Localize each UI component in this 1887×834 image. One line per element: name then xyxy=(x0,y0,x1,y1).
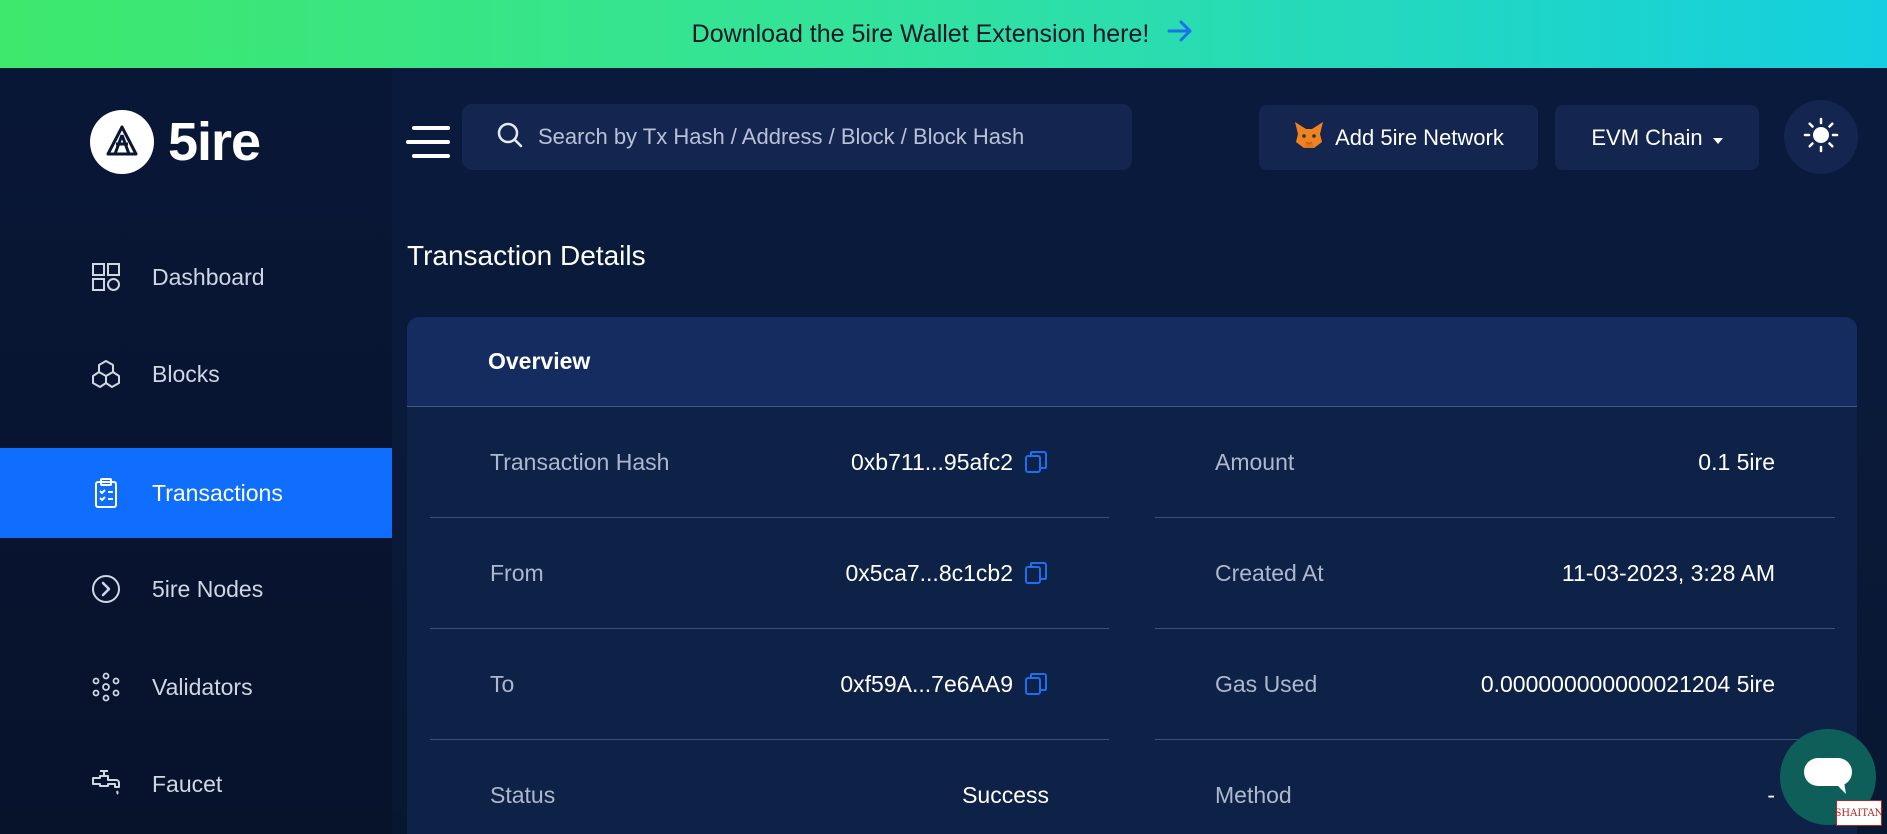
detail-row-gas-used: Gas Used 0.000000000000021204 5ire xyxy=(1155,629,1835,740)
menu-toggle-icon[interactable] xyxy=(406,124,450,160)
detail-row-method: Method - xyxy=(1155,740,1835,834)
search-bar[interactable] xyxy=(462,104,1132,170)
search-input[interactable] xyxy=(538,124,1098,150)
sidebar-item-label: Faucet xyxy=(152,770,223,797)
copy-icon[interactable] xyxy=(1023,449,1049,475)
blocks-cubes-icon xyxy=(90,358,122,390)
chat-bubble-icon xyxy=(1802,754,1854,801)
faucet-tap-icon xyxy=(90,768,122,800)
detail-row-status: Status Success xyxy=(430,740,1109,834)
copy-icon[interactable] xyxy=(1023,560,1049,586)
brand-name: 5ire xyxy=(168,112,261,172)
detail-row-to: To 0xf59A...7e6AA9 xyxy=(430,629,1109,740)
amount-value: 0.1 5ire xyxy=(1698,448,1775,475)
page-title: Transaction Details xyxy=(407,240,646,271)
search-icon xyxy=(496,121,524,154)
gas-used-value: 0.000000000000021204 5ire xyxy=(1480,670,1775,697)
detail-value: 0x5ca7...8c1cb2 xyxy=(845,560,1049,587)
brand-logo[interactable]: 5ire xyxy=(90,110,261,174)
overview-header: Overview xyxy=(407,317,1857,407)
sidebar-item-label: Dashboard xyxy=(152,263,265,290)
arrow-right-icon xyxy=(1165,16,1195,53)
add-5ire-network-button[interactable]: Add 5ire Network xyxy=(1259,105,1538,170)
detail-label: Status xyxy=(490,782,556,808)
sidebar-item-5ire-nodes[interactable]: 5ire Nodes xyxy=(0,544,392,634)
clipboard-list-icon xyxy=(90,477,122,509)
sidebar-item-transactions[interactable]: Transactions xyxy=(0,448,392,538)
detail-label: Created At xyxy=(1215,559,1324,586)
brand-mark-icon xyxy=(90,110,154,174)
banner-text: Download the 5ire Wallet Extension here! xyxy=(691,19,1150,48)
overview-card: Overview Transaction Hash 0xb711...95afc… xyxy=(407,317,1857,834)
detail-row-created-at: Created At 11-03-2023, 3:28 AM xyxy=(1155,518,1835,629)
detail-label: Amount xyxy=(1215,448,1295,475)
transaction-hash-value[interactable]: 0xb711...95afc2 xyxy=(851,449,1013,476)
chain-select-label: EVM Chain xyxy=(1591,124,1703,150)
download-extension-banner[interactable]: Download the 5ire Wallet Extension here! xyxy=(0,0,1887,68)
dashboard-grid-icon xyxy=(90,261,122,293)
detail-label: Transaction Hash xyxy=(490,448,670,475)
detail-label: To xyxy=(490,670,515,697)
sidebar-item-validators[interactable]: Validators xyxy=(0,642,392,732)
copy-icon[interactable] xyxy=(1023,671,1049,697)
theme-toggle-button[interactable] xyxy=(1784,100,1858,174)
app-shell: 5ire Dashboard Blocks Transactions 5ire xyxy=(0,68,1887,834)
caret-down-icon xyxy=(1712,125,1723,151)
metamask-fox-icon xyxy=(1293,120,1325,156)
status-value: Success xyxy=(962,782,1049,808)
watermark-stamp: SHAITAN xyxy=(1835,800,1883,826)
detail-value: 0xb711...95afc2 xyxy=(851,449,1049,476)
detail-row-transaction-hash: Transaction Hash 0xb711...95afc2 xyxy=(430,407,1109,518)
chain-select-dropdown[interactable]: EVM Chain xyxy=(1555,105,1759,170)
detail-row-from: From 0x5ca7...8c1cb2 xyxy=(430,518,1109,629)
detail-row-amount: Amount 0.1 5ire xyxy=(1155,407,1835,518)
add-network-label: Add 5ire Network xyxy=(1335,124,1504,150)
sun-icon xyxy=(1803,117,1839,158)
network-nodes-icon xyxy=(90,671,122,703)
sidebar-item-label: Validators xyxy=(152,673,253,700)
chevron-circle-icon xyxy=(90,573,122,605)
detail-label: From xyxy=(490,559,544,586)
sidebar-item-blocks[interactable]: Blocks xyxy=(0,329,392,419)
detail-label: Gas Used xyxy=(1215,670,1318,697)
created-at-value: 11-03-2023, 3:28 AM xyxy=(1561,559,1775,586)
sidebar-item-label: Transactions xyxy=(152,479,283,506)
sidebar: 5ire Dashboard Blocks Transactions 5ire xyxy=(0,68,392,834)
sidebar-item-faucet[interactable]: Faucet xyxy=(0,739,392,829)
sidebar-item-dashboard[interactable]: Dashboard xyxy=(0,232,392,322)
method-value: - xyxy=(1767,782,1775,808)
sidebar-item-label: Blocks xyxy=(152,360,220,387)
detail-label: Method xyxy=(1215,782,1292,808)
detail-value: 0xf59A...7e6AA9 xyxy=(840,671,1049,698)
from-address-value[interactable]: 0x5ca7...8c1cb2 xyxy=(845,560,1013,587)
sidebar-item-label: 5ire Nodes xyxy=(152,575,264,602)
to-address-value[interactable]: 0xf59A...7e6AA9 xyxy=(840,671,1013,698)
